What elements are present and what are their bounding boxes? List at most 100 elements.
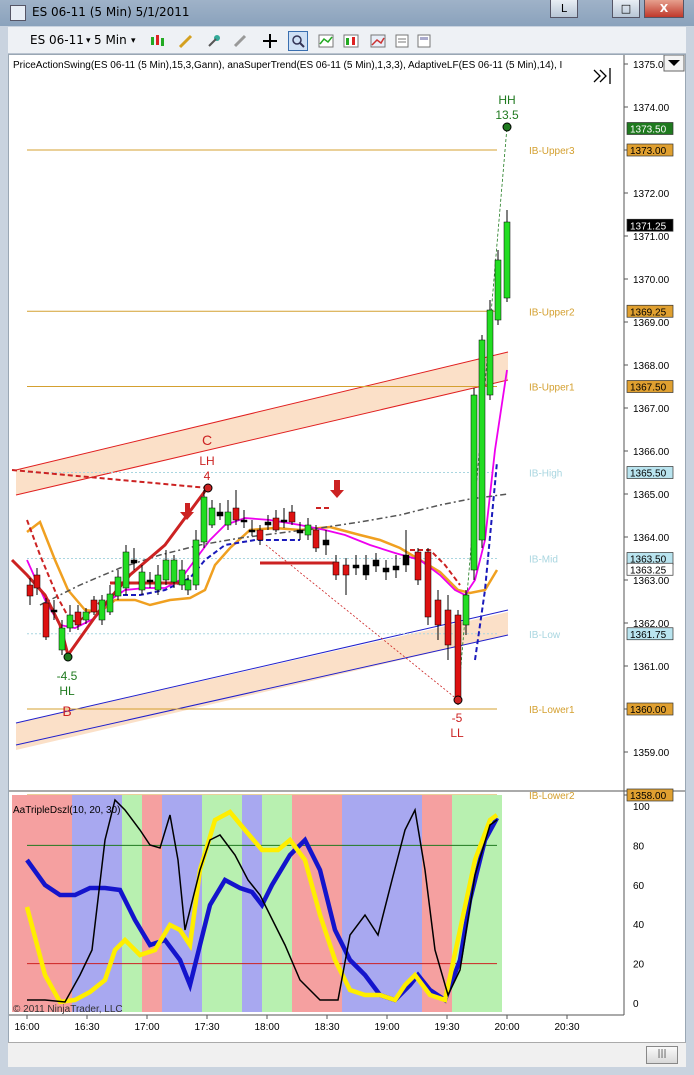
candlestick[interactable]: [82, 611, 90, 621]
candlestick[interactable]: [288, 511, 296, 523]
candlestick[interactable]: [106, 593, 114, 613]
x-tick-label: 19:30: [434, 1022, 459, 1033]
candlestick[interactable]: [332, 561, 340, 576]
candlestick[interactable]: [296, 529, 304, 534]
candlestick[interactable]: [66, 614, 74, 629]
y-tick-label: 1369.00: [633, 318, 670, 329]
candlestick[interactable]: [264, 521, 272, 526]
candlestick[interactable]: [216, 511, 224, 517]
price-marker-label: 1373.00: [630, 146, 667, 157]
crosshair-icon[interactable]: [260, 31, 280, 51]
candlestick[interactable]: [322, 539, 330, 546]
candlestick[interactable]: [74, 611, 82, 626]
candlestick[interactable]: [372, 559, 380, 567]
y-tick-label: 1365.00: [633, 490, 670, 501]
instrument-selector[interactable]: ES 06-11: [30, 33, 84, 47]
chevron-down-icon[interactable]: ▾: [86, 36, 91, 46]
candlestick[interactable]: [352, 564, 360, 569]
candlestick[interactable]: [280, 519, 288, 523]
candlestick[interactable]: [33, 574, 41, 589]
candlestick[interactable]: [362, 564, 370, 576]
chart-app-icon: [10, 5, 26, 21]
chevron-down-icon[interactable]: ▾: [131, 36, 136, 46]
candlestick[interactable]: [444, 609, 452, 646]
candlestick[interactable]: [26, 584, 34, 597]
x-tick-label: 17:30: [194, 1022, 219, 1033]
candlestick[interactable]: [162, 559, 170, 581]
candlestick[interactable]: [98, 599, 106, 621]
swing-value-lh: 4: [204, 469, 211, 483]
pin-icon[interactable]: [204, 31, 224, 51]
candlestick[interactable]: [494, 259, 502, 321]
candlestick[interactable]: [478, 339, 486, 541]
candlestick[interactable]: [454, 614, 462, 701]
chart-properties-icon[interactable]: [368, 31, 388, 51]
y-tick-label: 1359.00: [633, 748, 670, 759]
maximize-button[interactable]: □: [612, 0, 640, 18]
candlestick[interactable]: [138, 571, 146, 591]
candlestick[interactable]: [122, 551, 130, 589]
candlestick[interactable]: [392, 565, 400, 571]
price-marker-label: 1365.50: [630, 469, 667, 480]
horizontal-scrollbar[interactable]: |||: [8, 1042, 686, 1067]
candlestick[interactable]: [414, 551, 422, 581]
candlestick[interactable]: [470, 394, 478, 571]
candlestick[interactable]: [486, 309, 494, 396]
osc-y-tick-label: 40: [633, 920, 645, 931]
candlestick[interactable]: [462, 594, 470, 626]
data-box-icon[interactable]: [392, 31, 412, 51]
scroll-thumb[interactable]: |||: [646, 1046, 678, 1064]
window-linking-icon[interactable]: [414, 31, 434, 51]
candlestick[interactable]: [50, 609, 58, 613]
candlestick[interactable]: [42, 602, 50, 638]
candlestick[interactable]: [256, 529, 264, 541]
x-tick-label: 19:00: [374, 1022, 399, 1033]
candlestick[interactable]: [200, 496, 208, 543]
candlestick-style-icon[interactable]: [148, 31, 168, 51]
eraser-icon[interactable]: [230, 31, 250, 51]
candlestick[interactable]: [130, 559, 138, 564]
minimize-button[interactable]: L: [550, 0, 578, 18]
candlestick[interactable]: [232, 507, 240, 521]
strategies-icon[interactable]: [341, 31, 361, 51]
close-button[interactable]: X: [644, 0, 684, 18]
candlestick[interactable]: [272, 517, 280, 531]
candlestick[interactable]: [224, 511, 232, 526]
swing-point-hh: [502, 122, 512, 132]
candlestick[interactable]: [184, 579, 192, 591]
swing-label-ll: LL: [450, 726, 464, 740]
candlestick[interactable]: [424, 551, 432, 618]
y-tick-label: 1361.00: [633, 662, 670, 673]
candlestick[interactable]: [146, 579, 154, 583]
candlestick[interactable]: [503, 221, 511, 299]
candlestick[interactable]: [402, 554, 410, 566]
chart-toolbar: ES 06-11 ▾ 5 Min ▾: [8, 27, 686, 54]
candlestick[interactable]: [382, 567, 390, 573]
price-marker-label: 1361.75: [630, 630, 667, 641]
candlestick[interactable]: [434, 599, 442, 626]
ib-level-label: IB-Upper1: [529, 383, 575, 394]
candlestick[interactable]: [154, 574, 162, 591]
interval-selector[interactable]: 5 Min: [94, 33, 127, 47]
zoom-icon[interactable]: [288, 31, 308, 51]
candlestick[interactable]: [240, 519, 248, 523]
candlestick[interactable]: [208, 507, 216, 526]
chart-area[interactable]: 1375.001374.001373.001372.001371.001370.…: [8, 54, 686, 1066]
swing-value-hh: 13.5: [495, 108, 519, 122]
candlestick[interactable]: [58, 627, 66, 651]
osc-y-tick-label: 60: [633, 881, 645, 892]
candlestick[interactable]: [170, 559, 178, 583]
candlestick[interactable]: [178, 569, 186, 586]
candlestick[interactable]: [192, 539, 200, 586]
x-tick-label: 20:00: [494, 1022, 519, 1033]
copyright-text: © 2011 NinjaTrader, LLC: [13, 1004, 123, 1015]
candlestick[interactable]: [114, 576, 122, 597]
pencil-draw-icon[interactable]: [176, 31, 196, 51]
candlestick[interactable]: [248, 529, 256, 533]
candlestick[interactable]: [312, 529, 320, 549]
price-marker-label: 1369.25: [630, 307, 667, 318]
candlestick[interactable]: [304, 524, 312, 536]
candlestick[interactable]: [90, 599, 98, 613]
candlestick[interactable]: [342, 564, 350, 576]
indicators-icon[interactable]: [316, 31, 336, 51]
